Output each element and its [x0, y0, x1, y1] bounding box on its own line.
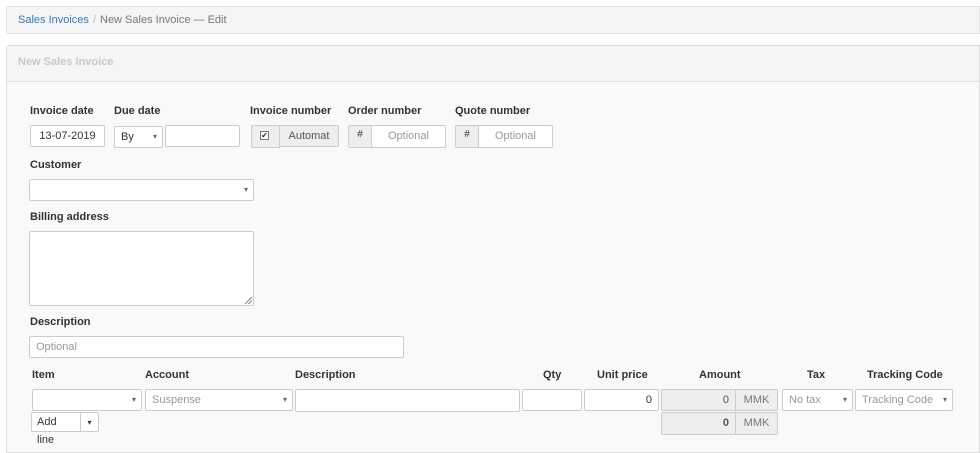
order-number-input[interactable]: Optional [371, 125, 446, 148]
add-line-dropdown-toggle[interactable]: ▾ [80, 412, 99, 432]
invoice-number-input: Automat [279, 125, 339, 147]
chevron-down-icon: ▾ [942, 395, 947, 404]
due-date-label: Due date [114, 105, 161, 117]
invoice-date-label: Invoice date [30, 105, 94, 117]
column-header-tracking-code: Tracking Code [867, 369, 943, 381]
chevron-down-icon: ▾ [131, 395, 136, 404]
column-header-qty: Qty [543, 369, 562, 381]
breadcrumb-link-sales-invoices[interactable]: Sales Invoices [18, 14, 89, 26]
billing-address-label: Billing address [30, 211, 109, 223]
line-unit-price-input[interactable]: 0 [584, 389, 659, 411]
column-header-unit-price: Unit price [597, 369, 648, 381]
line-tracking-code-placeholder: Tracking Code [862, 394, 934, 406]
line-tax-placeholder: No tax [789, 394, 821, 406]
checkbox-checked-icon: ✔ [260, 131, 269, 140]
line-amount-currency: MMK [735, 389, 778, 411]
column-header-amount: Amount [699, 369, 741, 381]
column-header-item: Item [32, 369, 55, 381]
quote-number-input[interactable]: Optional [478, 125, 553, 148]
resize-handle-icon[interactable] [245, 297, 252, 304]
breadcrumb-separator: / [92, 14, 96, 26]
column-header-account: Account [145, 369, 189, 381]
line-item-select[interactable]: ▾ [32, 389, 142, 411]
breadcrumb: Sales Invoices / New Sales Invoice — Edit [6, 6, 980, 34]
due-date-days-input[interactable] [165, 125, 240, 147]
line-description-input[interactable] [295, 389, 520, 412]
line-tracking-code-select[interactable]: Tracking Code ▾ [855, 389, 953, 411]
due-date-select-value: By [121, 131, 134, 143]
line-tax-select[interactable]: No tax ▾ [782, 389, 853, 411]
column-header-tax: Tax [807, 369, 826, 381]
description-label: Description [30, 316, 91, 328]
line-amount-value: 0 [661, 389, 736, 411]
quote-number-label: Quote number [455, 105, 531, 117]
invoice-date-input[interactable]: 13-07-2019 [30, 125, 105, 147]
chevron-down-icon: ▾ [152, 132, 157, 141]
total-amount-currency: MMK [735, 412, 778, 435]
chevron-down-icon: ▾ [842, 395, 847, 404]
chevron-down-icon: ▾ [243, 185, 248, 194]
panel-title: New Sales Invoice [7, 46, 979, 82]
invoice-number-label: Invoice number [250, 105, 332, 117]
column-header-description: Description [295, 369, 356, 381]
customer-label: Customer [30, 159, 82, 171]
add-line-button[interactable]: Add line [31, 412, 81, 446]
breadcrumb-current: New Sales Invoice — Edit [100, 14, 227, 26]
chevron-down-icon: ▾ [282, 395, 287, 404]
description-input[interactable]: Optional [29, 336, 404, 358]
line-account-select[interactable]: Suspense ▾ [145, 389, 293, 411]
chevron-down-icon: ▾ [87, 418, 92, 427]
invoice-number-auto-toggle[interactable]: ✔ [251, 125, 280, 148]
due-date-select[interactable]: By ▾ [114, 126, 163, 148]
line-qty-input[interactable] [522, 389, 582, 411]
billing-address-textarea[interactable] [29, 231, 254, 306]
line-account-placeholder: Suspense [152, 394, 201, 406]
quote-number-hash-addon: # [455, 125, 479, 148]
order-number-hash-addon: # [348, 125, 372, 148]
customer-select[interactable]: ▾ [29, 179, 254, 201]
total-amount-value: 0 [661, 412, 736, 435]
order-number-label: Order number [348, 105, 422, 117]
